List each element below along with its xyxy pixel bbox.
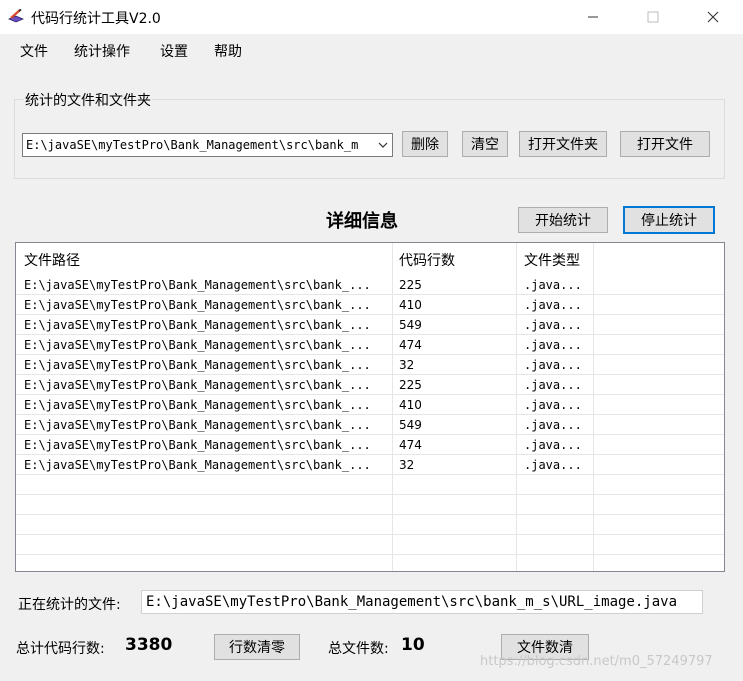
- table-row[interactable]: E:\javaSE\myTestPro\Bank_Management\src\…: [16, 455, 724, 475]
- row-gridline: [16, 454, 724, 455]
- cell-path: E:\javaSE\myTestPro\Bank_Management\src\…: [24, 378, 371, 392]
- cell-path: E:\javaSE\myTestPro\Bank_Management\src\…: [24, 398, 371, 412]
- cell-type: .java...: [524, 438, 582, 452]
- cell-lines: 474: [399, 338, 422, 352]
- cell-path: E:\javaSE\myTestPro\Bank_Management\src\…: [24, 338, 371, 352]
- path-combobox-value: E:\javaSE\myTestPro\Bank_Management\src\…: [26, 138, 359, 152]
- cell-lines: 474: [399, 438, 422, 452]
- row-gridline: [16, 434, 724, 435]
- table-row[interactable]: E:\javaSE\myTestPro\Bank_Management\src\…: [16, 295, 724, 315]
- reset-lines-button[interactable]: 行数清零: [214, 634, 300, 660]
- cell-type: .java...: [524, 318, 582, 332]
- close-icon: [707, 11, 719, 23]
- row-gridline: [16, 374, 724, 375]
- row-gridline: [16, 494, 724, 495]
- row-gridline: [16, 354, 724, 355]
- row-gridline: [16, 394, 724, 395]
- cell-lines: 225: [399, 378, 422, 392]
- minimize-button[interactable]: [570, 0, 616, 34]
- column-header-type[interactable]: 文件类型: [524, 250, 580, 270]
- total-files-label: 总文件数:: [328, 641, 389, 657]
- table-row[interactable]: E:\javaSE\myTestPro\Bank_Management\src\…: [16, 315, 724, 335]
- total-files-value: 10: [401, 635, 425, 655]
- path-combobox[interactable]: E:\javaSE\myTestPro\Bank_Management\src\…: [22, 133, 393, 157]
- cell-path: E:\javaSE\myTestPro\Bank_Management\src\…: [24, 418, 371, 432]
- cell-lines: 225: [399, 278, 422, 292]
- cell-lines: 410: [399, 298, 422, 312]
- cell-type: .java...: [524, 278, 582, 292]
- cell-lines: 32: [399, 358, 415, 372]
- table-row[interactable]: E:\javaSE\myTestPro\Bank_Management\src\…: [16, 395, 724, 415]
- cell-type: .java...: [524, 418, 582, 432]
- menu-bar: 文件 统计操作 设置 帮助: [0, 34, 743, 64]
- title-bar: 代码行统计工具V2.0: [0, 0, 743, 34]
- cell-type: .java...: [524, 298, 582, 312]
- open-file-button[interactable]: 打开文件: [620, 131, 710, 157]
- row-gridline: [16, 314, 724, 315]
- cell-path: E:\javaSE\myTestPro\Bank_Management\src\…: [24, 438, 371, 452]
- close-button[interactable]: [690, 0, 736, 34]
- table-row[interactable]: E:\javaSE\myTestPro\Bank_Management\src\…: [16, 355, 724, 375]
- row-gridline: [16, 414, 724, 415]
- start-count-button[interactable]: 开始统计: [518, 207, 608, 233]
- total-lines-label: 总计代码行数:: [16, 641, 105, 657]
- column-header-lines[interactable]: 代码行数: [399, 250, 455, 270]
- table-row[interactable]: E:\javaSE\myTestPro\Bank_Management\src\…: [16, 375, 724, 395]
- cell-lines: 549: [399, 418, 422, 432]
- maximize-button[interactable]: [630, 0, 676, 34]
- maximize-icon: [647, 11, 659, 23]
- table-row[interactable]: E:\javaSE\myTestPro\Bank_Management\src\…: [16, 415, 724, 435]
- menu-help[interactable]: 帮助: [214, 41, 242, 61]
- window-title: 代码行统计工具V2.0: [31, 11, 161, 27]
- chevron-down-icon: [378, 142, 388, 148]
- row-gridline: [16, 514, 724, 515]
- stop-count-button[interactable]: 停止统计: [623, 206, 715, 234]
- cell-lines: 549: [399, 318, 422, 332]
- cell-path: E:\javaSE\myTestPro\Bank_Management\src\…: [24, 358, 371, 372]
- cell-path: E:\javaSE\myTestPro\Bank_Management\src\…: [24, 458, 371, 472]
- row-gridline: [16, 294, 724, 295]
- menu-settings[interactable]: 设置: [160, 41, 188, 61]
- current-file-label: 正在统计的文件:: [18, 597, 121, 613]
- pencil-cube-icon: [8, 9, 24, 23]
- delete-button[interactable]: 删除: [402, 131, 448, 157]
- cell-type: .java...: [524, 338, 582, 352]
- cell-path: E:\javaSE\myTestPro\Bank_Management\src\…: [24, 278, 371, 292]
- menu-file[interactable]: 文件: [20, 41, 48, 61]
- table-row[interactable]: E:\javaSE\myTestPro\Bank_Management\src\…: [16, 275, 724, 295]
- clear-button[interactable]: 清空: [462, 131, 508, 157]
- row-gridline: [16, 534, 724, 535]
- details-title: 详细信息: [326, 211, 398, 232]
- cell-type: .java...: [524, 398, 582, 412]
- row-gridline: [16, 474, 724, 475]
- cell-type: .java...: [524, 458, 582, 472]
- cell-lines: 32: [399, 458, 415, 472]
- cell-type: .java...: [524, 378, 582, 392]
- current-file-value: E:\javaSE\myTestPro\Bank_Management\src\…: [146, 594, 678, 610]
- menu-statistics[interactable]: 统计操作: [74, 41, 130, 61]
- minimize-icon: [588, 16, 598, 18]
- cell-path: E:\javaSE\myTestPro\Bank_Management\src\…: [24, 298, 371, 312]
- list-header: 文件路径 代码行数 文件类型: [16, 243, 724, 275]
- table-row[interactable]: E:\javaSE\myTestPro\Bank_Management\src\…: [16, 435, 724, 455]
- file-list-view[interactable]: 文件路径 代码行数 文件类型 E:\javaSE\myTestPro\Bank_…: [15, 242, 725, 572]
- files-group-label: 统计的文件和文件夹: [24, 90, 152, 110]
- cell-type: .java...: [524, 358, 582, 372]
- open-folder-button[interactable]: 打开文件夹: [519, 131, 607, 157]
- total-lines-value: 3380: [125, 635, 173, 655]
- cell-path: E:\javaSE\myTestPro\Bank_Management\src\…: [24, 318, 371, 332]
- watermark: https://blog.csdn.net/m0_57249797: [480, 654, 713, 669]
- cell-lines: 410: [399, 398, 422, 412]
- current-file-field[interactable]: E:\javaSE\myTestPro\Bank_Management\src\…: [141, 590, 703, 614]
- table-row[interactable]: E:\javaSE\myTestPro\Bank_Management\src\…: [16, 335, 724, 355]
- column-header-path[interactable]: 文件路径: [24, 250, 80, 270]
- row-gridline: [16, 554, 724, 555]
- row-gridline: [16, 334, 724, 335]
